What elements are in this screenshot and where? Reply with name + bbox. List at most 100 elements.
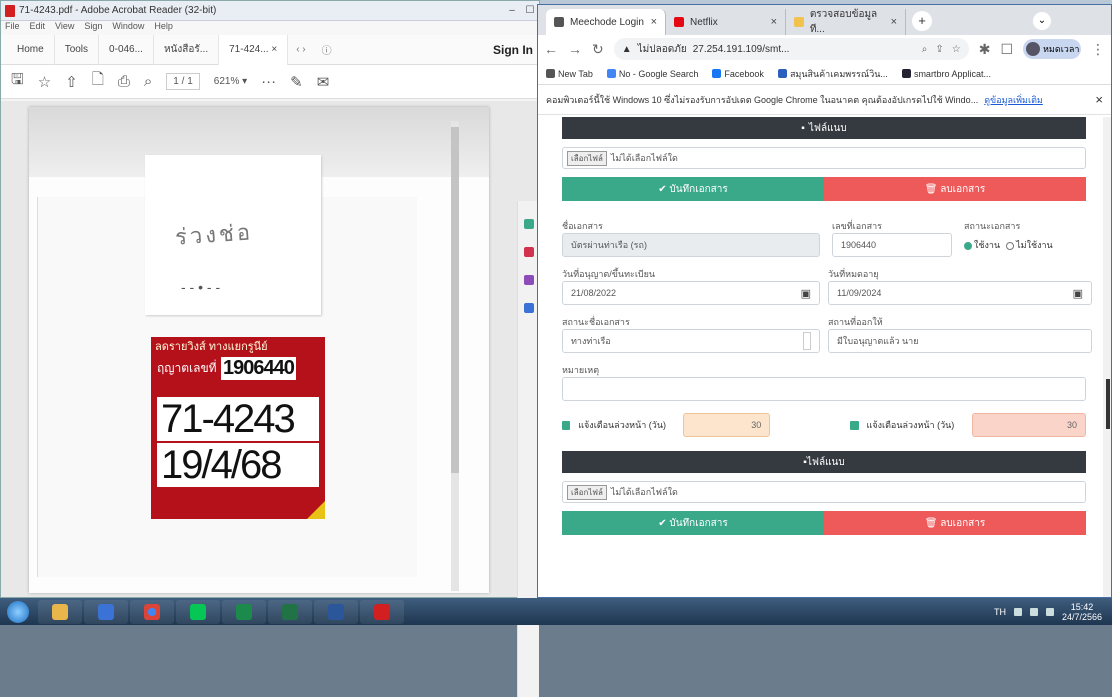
issuer-field[interactable]: มีใบอนุญาตแล้ว นาย	[828, 329, 1092, 353]
tool-icon-purple[interactable]	[523, 275, 534, 285]
menu-window[interactable]: Window	[112, 21, 144, 35]
start-button[interactable]	[0, 599, 36, 625]
scroll-thumb[interactable]	[451, 127, 459, 473]
help-icon[interactable]: ⓘ	[314, 42, 340, 57]
expire-date-field[interactable]: 11/09/2024 ▣	[828, 281, 1092, 305]
tab-home[interactable]: Home	[7, 34, 55, 65]
chrome-tab-meechode[interactable]: Meechode Login ×	[546, 9, 666, 35]
tab-doc-2[interactable]: หนังสือรั...	[154, 34, 220, 65]
chrome-tab-netflix[interactable]: Netflix ×	[666, 9, 786, 35]
status-inactive-radio[interactable]: ไม่ใช้งาน	[1006, 238, 1053, 252]
url-bar[interactable]: ▲ ไม่ปลอดภัย 27.254.191.109/smt... ⌕ ⇪ ☆	[613, 38, 969, 60]
page-scrollbar[interactable]	[1103, 117, 1111, 597]
bookmark-smartbro[interactable]: smartbro Applicat...	[901, 69, 991, 79]
close-icon[interactable]: ×	[891, 16, 897, 28]
print-icon[interactable]: ⎙	[118, 73, 130, 90]
minimize-icon[interactable]: –	[503, 5, 521, 16]
language-indicator[interactable]: TH	[994, 607, 1006, 617]
flag-icon[interactable]	[1029, 607, 1038, 616]
bookmark-star-icon[interactable]: ☆	[952, 44, 961, 55]
infobar-link[interactable]: ดูข้อมูลเพิ่มเติม	[984, 93, 1043, 107]
warning-icon[interactable]: ▲	[622, 44, 632, 55]
close-icon[interactable]: ×	[651, 16, 657, 28]
save-icon[interactable]: 🖫	[11, 69, 24, 94]
delete-button-2[interactable]: 🗑 ลบเอกสาร	[824, 511, 1086, 535]
taskbar-excel[interactable]	[268, 599, 312, 624]
forward-icon[interactable]: →	[568, 41, 582, 57]
upload-icon[interactable]: ⇧	[65, 73, 78, 91]
sidepanel-icon[interactable]: ☐	[1000, 41, 1013, 58]
sign-icon[interactable]: ✎	[290, 73, 303, 91]
delete-button[interactable]: 🗑 ลบเอกสาร	[824, 177, 1086, 201]
extensions-icon[interactable]: ✱	[979, 41, 991, 58]
volume-icon[interactable]	[1045, 607, 1054, 616]
page-indicator[interactable]: 1 / 1	[166, 73, 200, 90]
tab-doc-active[interactable]: 71-424... ×	[219, 34, 289, 65]
doc-type-select[interactable]: ทางท่าเรือ	[562, 329, 820, 353]
bookmark-store[interactable]: สมุนสินค้าเคมพรรณ์วิน...	[777, 67, 888, 81]
menu-view[interactable]: View	[55, 21, 74, 35]
menu-edit[interactable]: Edit	[30, 21, 46, 35]
note-field[interactable]	[562, 377, 1086, 401]
alert2-checkbox[interactable]	[850, 420, 859, 430]
alert2-field[interactable]: 30	[971, 413, 1086, 437]
taskbar-media[interactable]	[84, 599, 128, 624]
tool-icon-red[interactable]	[523, 247, 534, 257]
reload-icon[interactable]: ↻	[592, 41, 604, 58]
new-tab-button[interactable]: +	[912, 11, 932, 31]
doc-name-field[interactable]: บัตรผ่านท่าเรือ (รถ)	[562, 233, 820, 257]
bookmark-facebook[interactable]: Facebook	[712, 69, 764, 79]
menu-kebab-icon[interactable]: ⋮	[1091, 41, 1105, 58]
choose-file-button-2[interactable]: เลือกไฟล์	[567, 484, 607, 500]
taskbar-line[interactable]	[176, 599, 220, 624]
select-arrow-icon[interactable]	[803, 332, 811, 350]
more-icon[interactable]: ···	[261, 73, 276, 90]
alert1-field[interactable]: 30	[683, 413, 771, 437]
tool-icon-green[interactable]	[523, 219, 534, 229]
save-button-2[interactable]: ✔ บันทึกเอกสาร	[562, 511, 824, 535]
share-icon[interactable]: ⇪	[935, 44, 943, 55]
back-icon[interactable]: ←	[544, 41, 558, 57]
taskbar-chrome[interactable]	[130, 599, 174, 624]
tab-nav-arrows[interactable]: ‹ ›	[288, 44, 313, 55]
close-icon[interactable]: ×	[1095, 92, 1103, 107]
calendar-icon[interactable]: ▣	[801, 287, 811, 300]
file-input-2[interactable]: เลือกไฟล์ ไม่ได้เลือกไฟล์ใด	[562, 481, 1086, 503]
profile-button[interactable]: หมดเวลา	[1023, 39, 1081, 59]
file-input[interactable]: เลือกไฟล์ ไม่ได้เลือกไฟล์ใด	[562, 147, 1086, 169]
menu-sign[interactable]: Sign	[84, 21, 102, 35]
tool-icon-blue[interactable]	[523, 303, 534, 313]
bookmark-google[interactable]: No - Google Search	[606, 69, 698, 79]
close-icon[interactable]: ×	[771, 16, 777, 28]
status-active-radio[interactable]: ใช้งาน	[964, 238, 1000, 252]
clock[interactable]: 15:42 24/7/2566	[1062, 602, 1102, 622]
network-icon[interactable]	[1013, 607, 1022, 616]
bookmark-newtab[interactable]: New Tab	[546, 69, 593, 79]
document-scrollbar[interactable]	[451, 121, 459, 591]
chrome-icon	[144, 603, 160, 620]
document-icon[interactable]: 🗋	[92, 69, 104, 94]
menu-file[interactable]: File	[5, 21, 20, 35]
save-button[interactable]: ✔ บันทึกเอกสาร	[562, 177, 824, 201]
chrome-tab-check[interactable]: ตรวจสอบข้อมูลที... ×	[786, 9, 906, 35]
star-icon[interactable]: ☆	[38, 73, 51, 91]
issue-date-field[interactable]: 21/08/2022 ▣	[562, 281, 820, 305]
taskbar-acrobat[interactable]	[360, 599, 404, 624]
mail-icon[interactable]: ✉	[317, 73, 330, 91]
menu-help[interactable]: Help	[154, 21, 173, 35]
choose-file-button[interactable]: เลือกไฟล์	[567, 150, 607, 166]
search-icon[interactable]: ⌕	[144, 73, 152, 90]
calendar-icon[interactable]: ▣	[1073, 287, 1083, 300]
taskbar-app-green[interactable]	[222, 599, 266, 624]
zoom-select[interactable]: 621% ▾	[214, 76, 247, 87]
zoom-icon[interactable]: ⌕	[922, 44, 928, 55]
alert1-checkbox[interactable]	[562, 420, 571, 430]
tab-doc-1[interactable]: 0-046...	[99, 34, 154, 65]
doc-no-field[interactable]: 1906440	[832, 233, 952, 257]
tab-search-icon[interactable]: ⌄	[1033, 12, 1051, 30]
tab-tools[interactable]: Tools	[55, 34, 100, 65]
taskbar-explorer[interactable]	[38, 599, 82, 624]
signin-button[interactable]: Sign In	[493, 43, 539, 57]
page-scroll-thumb[interactable]	[1106, 379, 1110, 429]
taskbar-word[interactable]	[314, 599, 358, 624]
